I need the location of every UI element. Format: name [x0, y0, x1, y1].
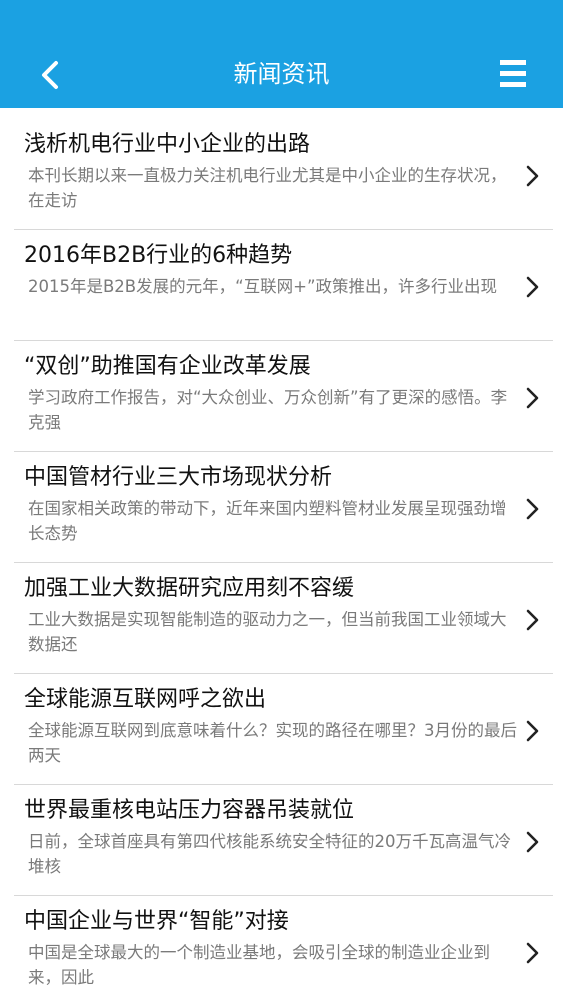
news-summary: 全球能源互联网到底意味着什么？实现的路径在哪里？3月份的最后两天: [28, 721, 517, 765]
chevron-right-icon: [526, 942, 539, 964]
news-item[interactable]: 中国管材行业三大市场现状分析 在国家相关政策的带动下，近年来国内塑料管材业发展呈…: [0, 452, 563, 563]
chevron-right-icon: [526, 276, 539, 298]
news-list: 浅析机电行业中小企业的出路 本刊长期以来一直极力关注机电行业尤其是中小企业的生存…: [0, 119, 563, 1007]
chevron-right-icon: [526, 165, 539, 187]
news-summary: 2015年是B2B发展的元年，“互联网+”政策推出，许多行业出现: [28, 277, 498, 296]
chevron-right-icon: [526, 831, 539, 853]
hamburger-menu-icon: [500, 60, 526, 87]
news-title: “双创”助推国有企业改革发展: [24, 354, 311, 379]
news-item[interactable]: 浅析机电行业中小企业的出路 本刊长期以来一直极力关注机电行业尤其是中小企业的生存…: [0, 119, 563, 230]
news-item[interactable]: 中国企业与世界“智能”对接 中国是全球最大的一个制造业基地，会吸引全球的制造业企…: [0, 896, 563, 1007]
chevron-right-icon: [526, 720, 539, 742]
news-item[interactable]: “双创”助推国有企业改革发展 学习政府工作报告，对“大众创业、万众创新”有了更深…: [0, 341, 563, 452]
news-summary: 在国家相关政策的带动下，近年来国内塑料管材业发展呈现强劲增长态势: [28, 499, 507, 543]
news-summary: 日前，全球首座具有第四代核能系统安全特征的20万千瓦高温气冷堆核: [28, 832, 511, 876]
news-item[interactable]: 加强工业大数据研究应用刻不容缓 工业大数据是实现智能制造的驱动力之一，但当前我国…: [0, 563, 563, 674]
news-title: 加强工业大数据研究应用刻不容缓: [24, 576, 355, 601]
news-title: 中国企业与世界“智能”对接: [24, 909, 289, 934]
news-title: 2016年B2B行业的6种趋势: [24, 243, 293, 268]
news-title: 浅析机电行业中小企业的出路: [24, 132, 311, 157]
news-summary: 工业大数据是实现智能制造的驱动力之一，但当前我国工业领域大数据还: [28, 610, 507, 654]
news-title: 全球能源互联网呼之欲出: [24, 687, 267, 712]
menu-button[interactable]: [492, 52, 536, 96]
news-summary: 学习政府工作报告，对“大众创业、万众创新”有了更深的感悟。李克强: [28, 388, 508, 432]
news-summary: 本刊长期以来一直极力关注机电行业尤其是中小企业的生存状况，在走访: [28, 166, 507, 210]
news-summary: 中国是全球最大的一个制造业基地，会吸引全球的制造业企业到来，因此: [28, 943, 490, 987]
chevron-right-icon: [526, 609, 539, 631]
chevron-right-icon: [526, 498, 539, 520]
news-item[interactable]: 世界最重核电站压力容器吊装就位 日前，全球首座具有第四代核能系统安全特征的20万…: [0, 785, 563, 896]
top-app-bar: 新闻资讯: [0, 0, 563, 108]
news-item[interactable]: 全球能源互联网呼之欲出 全球能源互联网到底意味着什么？实现的路径在哪里？3月份的…: [0, 674, 563, 785]
news-item[interactable]: 2016年B2B行业的6种趋势 2015年是B2B发展的元年，“互联网+”政策推…: [0, 230, 563, 341]
chevron-right-icon: [526, 387, 539, 409]
page-title: 新闻资讯: [233, 60, 330, 88]
news-title: 世界最重核电站压力容器吊装就位: [24, 798, 355, 823]
news-title: 中国管材行业三大市场现状分析: [24, 465, 333, 490]
